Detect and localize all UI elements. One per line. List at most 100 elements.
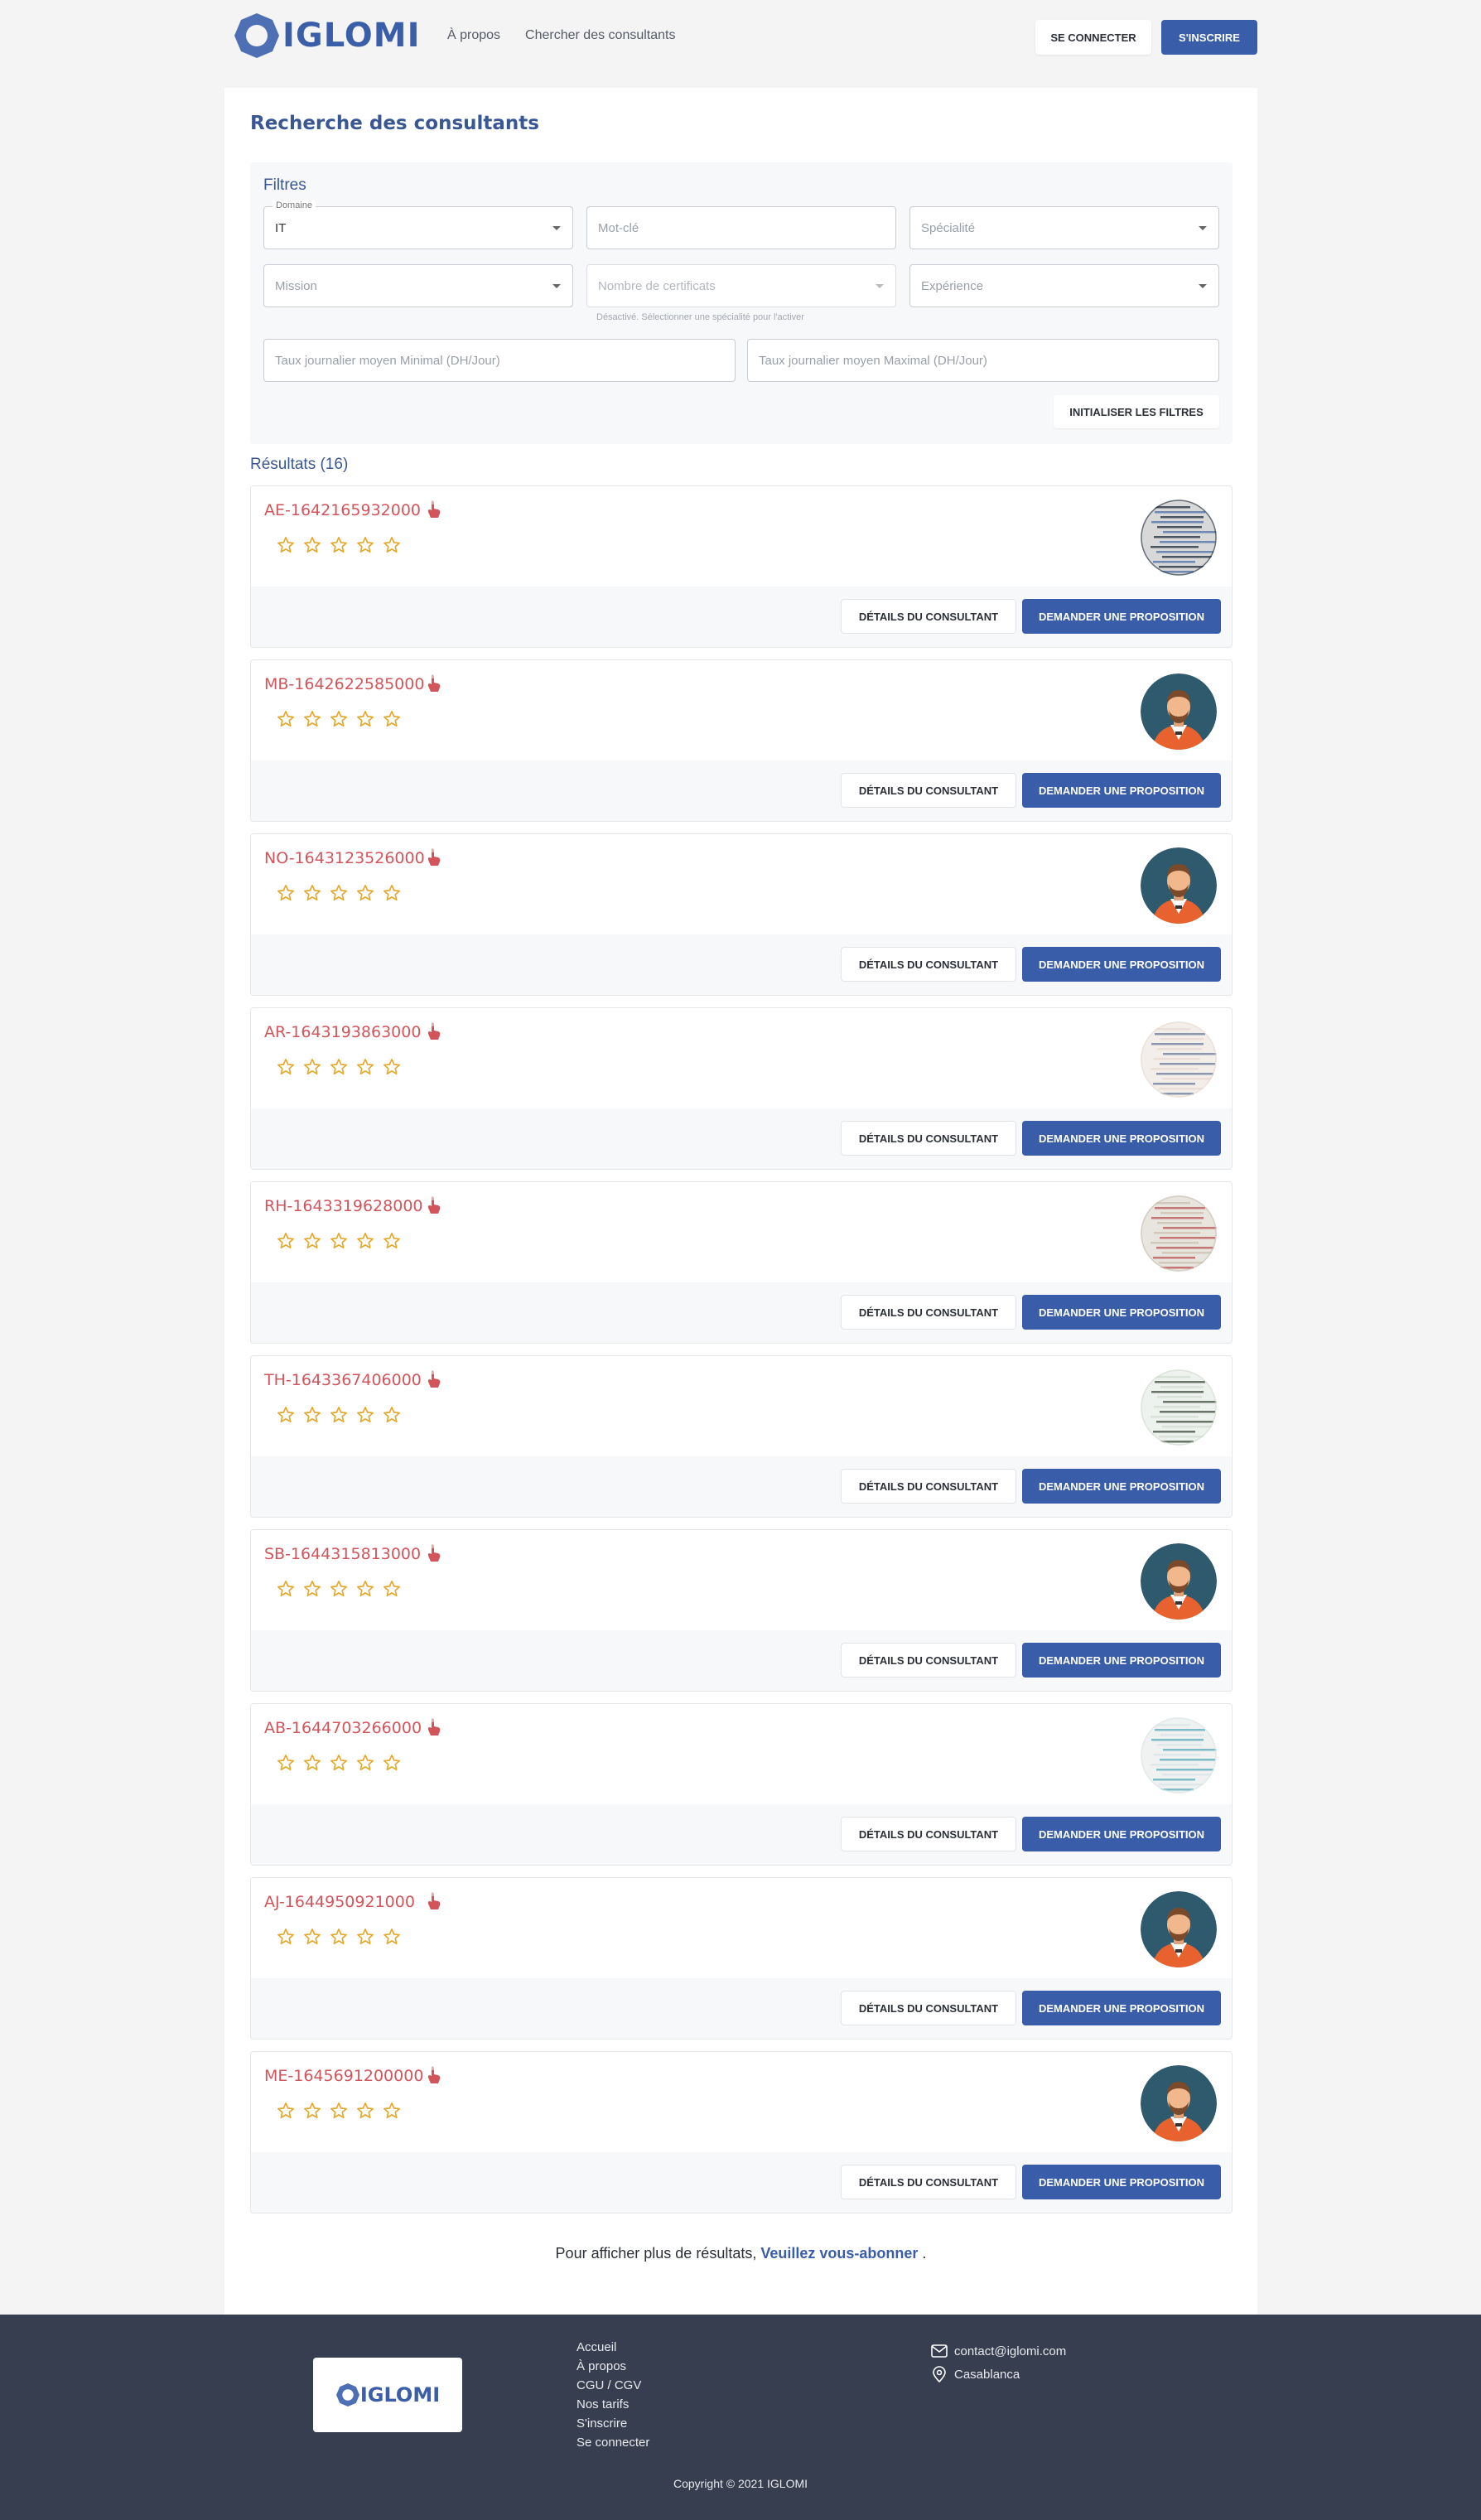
consultant-id[interactable]: RH-1643319628000 [264, 1197, 423, 1215]
taux-min-input[interactable]: Taux journalier moyen Minimal (DH/Jour) [263, 339, 736, 382]
consultant-details-button[interactable]: DÉTAILS DU CONSULTANT [841, 1643, 1016, 1678]
request-proposal-button[interactable]: DEMANDER UNE PROPOSITION [1022, 1295, 1221, 1330]
reset-filters-button[interactable]: INITIALISER LES FILTRES [1054, 395, 1219, 428]
consultant-id[interactable]: AJ-1644950921000 [264, 1893, 415, 1911]
chevron-down-icon [876, 284, 884, 288]
hand-pointer-icon [427, 1369, 441, 1393]
footer-link-login[interactable]: Se connecter [576, 2435, 649, 2450]
brand-name: IGLOMI [282, 17, 421, 55]
avatar [1141, 1369, 1217, 1446]
star-icon [356, 1058, 374, 1080]
request-proposal-button[interactable]: DEMANDER UNE PROPOSITION [1022, 947, 1221, 982]
footer-link-about[interactable]: À propos [576, 2358, 649, 2374]
footer-city: Casablanca [954, 2367, 1020, 2382]
subscribe-text: Pour afficher plus de résultats, [555, 2245, 757, 2262]
star-icon [330, 1058, 348, 1080]
star-icon [356, 710, 374, 732]
footer-link-pricing[interactable]: Nos tarifs [576, 2397, 649, 2412]
footer-email[interactable]: contact@iglomi.com [954, 2344, 1066, 2358]
consultant-card: AR-1643193863000 DÉTAILS DU CONSULTANT DEM… [250, 1007, 1233, 1170]
consultant-id[interactable]: NO-1643123526000 [264, 849, 425, 867]
certificats-helper-text: Désactivé. Sélectionner une spécialité p… [596, 312, 804, 322]
consultant-details-button[interactable]: DÉTAILS DU CONSULTANT [841, 599, 1016, 634]
star-icon [356, 884, 374, 906]
hand-pointer-icon [427, 1543, 441, 1567]
consultant-id[interactable]: MB-1642622585000 [264, 675, 424, 693]
request-proposal-button[interactable]: DEMANDER UNE PROPOSITION [1022, 1991, 1221, 2025]
experience-select[interactable]: Expérience [909, 264, 1219, 307]
rating-stars [277, 1406, 401, 1428]
consultant-details-button[interactable]: DÉTAILS DU CONSULTANT [841, 1121, 1016, 1156]
consultant-card: AE-1642165932000 DÉTAILS DU CONSULTANT DEM… [250, 485, 1233, 648]
mission-select[interactable]: Mission [263, 264, 573, 307]
request-proposal-button[interactable]: DEMANDER UNE PROPOSITION [1022, 1643, 1221, 1678]
consultant-details-button[interactable]: DÉTAILS DU CONSULTANT [841, 1817, 1016, 1851]
consultant-id[interactable]: SB-1644315813000 [264, 1545, 421, 1563]
keyword-input[interactable]: Mot-clé [586, 206, 896, 249]
footer-location-row: Casablanca [931, 2363, 1066, 2386]
star-icon [356, 2102, 374, 2124]
nav-search-consultants[interactable]: Chercher des consultants [525, 28, 675, 43]
consultant-details-button[interactable]: DÉTAILS DU CONSULTANT [841, 1295, 1016, 1330]
consultant-details-button[interactable]: DÉTAILS DU CONSULTANT [841, 1469, 1016, 1504]
hand-pointer-icon [427, 1891, 441, 1915]
avatar [1141, 1195, 1217, 1272]
request-proposal-button[interactable]: DEMANDER UNE PROPOSITION [1022, 1817, 1221, 1851]
domaine-select[interactable]: Domaine IT [263, 200, 573, 249]
rating-stars [277, 1580, 401, 1602]
footer-link-home[interactable]: Accueil [576, 2339, 649, 2355]
chevron-down-icon [552, 226, 561, 230]
footer-link-signup[interactable]: S'inscrire [576, 2416, 649, 2431]
star-icon [277, 536, 295, 558]
star-icon [383, 1580, 401, 1602]
login-button[interactable]: SE CONNECTER [1035, 20, 1151, 55]
hand-pointer-icon [427, 2065, 441, 2089]
taux-max-input[interactable]: Taux journalier moyen Maximal (DH/Jour) [747, 339, 1219, 382]
footer-link-cgu[interactable]: CGU / CGV [576, 2378, 649, 2393]
consultant-id[interactable]: ME-1645691200000 [264, 2067, 423, 2085]
avatar [1141, 1891, 1217, 1967]
subscribe-suffix: . [918, 2245, 927, 2262]
star-icon [330, 2102, 348, 2124]
star-icon [383, 710, 401, 732]
card-actions: DÉTAILS DU CONSULTANT DEMANDER UNE PROPOS… [251, 1630, 1232, 1691]
footer-email-row: contact@iglomi.com [931, 2339, 1066, 2363]
consultant-id[interactable]: AR-1643193863000 [264, 1023, 421, 1041]
certificats-select: Nombre de certificats [586, 264, 896, 307]
consultant-details-button[interactable]: DÉTAILS DU CONSULTANT [841, 947, 1016, 982]
card-actions: DÉTAILS DU CONSULTANT DEMANDER UNE PROPOS… [251, 587, 1232, 647]
star-icon [356, 1232, 374, 1254]
subscribe-link[interactable]: Veuillez vous-abonner [760, 2245, 918, 2262]
star-icon [330, 1580, 348, 1602]
consultant-id[interactable]: AB-1644703266000 [264, 1719, 422, 1737]
card-actions: DÉTAILS DU CONSULTANT DEMANDER UNE PROPOS… [251, 2152, 1232, 2213]
main-panel: Recherche des consultants Filtres Domain… [224, 88, 1257, 2315]
consultant-id[interactable]: TH-1643367406000 [264, 1371, 422, 1389]
hand-pointer-icon [427, 1717, 441, 1741]
signup-button[interactable]: S'INSCRIRE [1161, 20, 1257, 55]
brand-logo[interactable]: IGLOMI [233, 12, 420, 60]
consultant-id[interactable]: AE-1642165932000 [264, 501, 421, 519]
request-proposal-button[interactable]: DEMANDER UNE PROPOSITION [1022, 599, 1221, 634]
request-proposal-button[interactable]: DEMANDER UNE PROPOSITION [1022, 2165, 1221, 2199]
star-icon [277, 1580, 295, 1602]
star-icon [303, 1580, 321, 1602]
footer-logo[interactable]: IGLOMI [313, 2358, 462, 2432]
map-pin-icon [933, 2366, 946, 2382]
specialite-select[interactable]: Spécialité [909, 206, 1219, 249]
hand-pointer-icon [427, 500, 441, 524]
star-icon [330, 1928, 348, 1950]
request-proposal-button[interactable]: DEMANDER UNE PROPOSITION [1022, 773, 1221, 808]
consultant-details-button[interactable]: DÉTAILS DU CONSULTANT [841, 773, 1016, 808]
request-proposal-button[interactable]: DEMANDER UNE PROPOSITION [1022, 1469, 1221, 1504]
nav-about[interactable]: À propos [447, 28, 500, 43]
request-proposal-button[interactable]: DEMANDER UNE PROPOSITION [1022, 1121, 1221, 1156]
filters-title: Filtres [263, 176, 306, 194]
card-actions: DÉTAILS DU CONSULTANT DEMANDER UNE PROPOS… [251, 760, 1232, 821]
mail-icon [931, 2344, 948, 2358]
avatar [1141, 1021, 1217, 1098]
consultant-details-button[interactable]: DÉTAILS DU CONSULTANT [841, 1991, 1016, 2025]
avatar [1141, 1717, 1217, 1793]
consultant-details-button[interactable]: DÉTAILS DU CONSULTANT [841, 2165, 1016, 2199]
mission-placeholder: Mission [275, 278, 317, 293]
